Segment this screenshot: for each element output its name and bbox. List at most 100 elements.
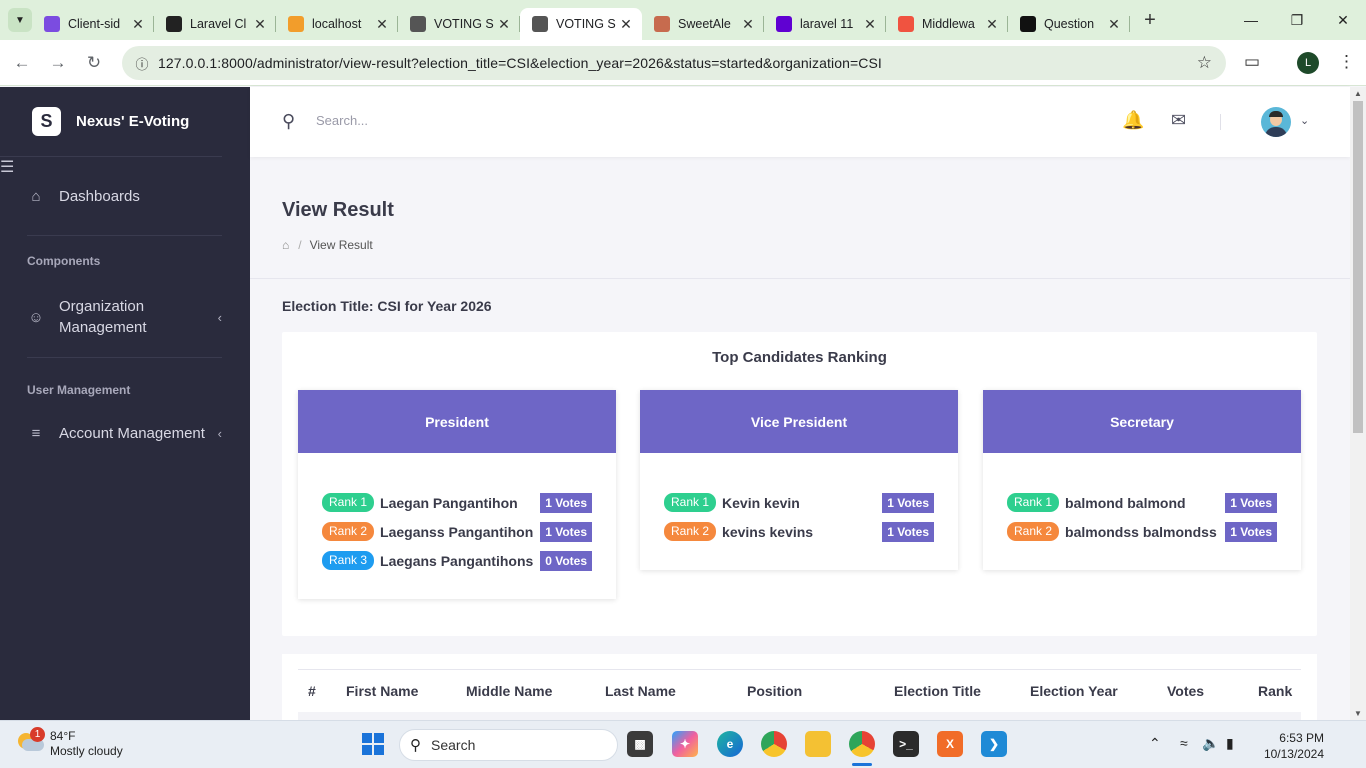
scroll-up-icon[interactable]: ▲ bbox=[1354, 89, 1362, 98]
tab-title: Question bbox=[1044, 17, 1095, 31]
browser-tab[interactable]: VOTING S ✕ bbox=[520, 8, 642, 40]
column-header[interactable]: Middle Name bbox=[466, 683, 552, 699]
windows-start-icon[interactable] bbox=[362, 733, 384, 755]
chrome-icon[interactable] bbox=[761, 731, 787, 757]
file-explorer-icon[interactable] bbox=[805, 731, 831, 757]
close-tab-icon[interactable]: ✕ bbox=[496, 16, 512, 33]
search-input[interactable] bbox=[316, 113, 616, 128]
candidate-name: balmondss balmondss bbox=[1065, 523, 1217, 540]
clock[interactable]: 6:53 PM 10/13/2024 bbox=[1256, 730, 1324, 762]
breadcrumb: ⌂ / View Result bbox=[282, 238, 373, 252]
column-header[interactable]: Votes bbox=[1167, 683, 1204, 699]
battery-icon[interactable]: ▮ bbox=[1226, 735, 1234, 752]
vote-count-badge: 1 Votes bbox=[1225, 521, 1277, 542]
browser-tab[interactable]: Laravel Cl ✕ bbox=[154, 8, 276, 40]
terminal-icon[interactable]: >_ bbox=[893, 731, 919, 757]
hamburger-menu-icon[interactable]: ☰ bbox=[0, 157, 250, 177]
column-header[interactable]: Position bbox=[747, 683, 802, 699]
taskbar-search[interactable]: ⚲ Search bbox=[399, 729, 618, 761]
volume-icon[interactable]: 🔈 bbox=[1202, 735, 1219, 752]
chrome-profile-icon[interactable] bbox=[849, 731, 875, 757]
browser-tab[interactable]: laravel 11 ✕ bbox=[764, 8, 886, 40]
chevron-down-icon[interactable]: ⌄ bbox=[1300, 114, 1309, 127]
sidebar-item-account[interactable]: ≡ Account Management ‹ bbox=[0, 425, 250, 442]
brand-logo-icon: S bbox=[32, 107, 61, 136]
tab-strip: Client-sid ✕ Laravel Cl ✕ localhost ✕ VOTING S… bbox=[32, 0, 1130, 40]
close-tab-icon[interactable]: ✕ bbox=[862, 16, 878, 33]
close-tab-icon[interactable]: ✕ bbox=[1106, 16, 1122, 33]
address-bar[interactable]: ⓘ 127.0.0.1:8000/administrator/view-resu… bbox=[122, 46, 1226, 80]
breadcrumb-separator: / bbox=[298, 238, 302, 252]
page-scrollbar[interactable]: ▲ ▼ bbox=[1350, 87, 1366, 720]
sidebar-item-organization[interactable]: ☺ Organization Management ‹ bbox=[0, 296, 250, 338]
edge-icon[interactable]: e bbox=[717, 731, 743, 757]
browser-tab[interactable]: Question ✕ bbox=[1008, 8, 1130, 40]
candidate-row: Rank 2 Laeganss Pangantihon 1 Votes bbox=[322, 517, 592, 546]
extensions-icon[interactable]: ▭ bbox=[1244, 52, 1260, 72]
vote-count-badge: 0 Votes bbox=[540, 550, 592, 571]
task-view-icon[interactable]: ▩ bbox=[627, 731, 653, 757]
tab-search-dropdown[interactable]: ▼ bbox=[8, 8, 32, 32]
candidate-name: Laegan Pangantihon bbox=[380, 494, 518, 511]
wifi-icon[interactable]: ≈ bbox=[1180, 735, 1188, 751]
candidate-row: Rank 1 balmond balmond 1 Votes bbox=[1007, 488, 1277, 517]
bookmark-star-icon[interactable]: ☆ bbox=[1197, 53, 1212, 73]
chevron-left-icon: ‹ bbox=[217, 309, 222, 325]
bell-icon[interactable]: 🔔 bbox=[1122, 110, 1144, 131]
position-card: President Rank 1 Laegan Pangantihon 1 Votes… bbox=[298, 390, 616, 599]
close-window-button[interactable]: ✕ bbox=[1320, 0, 1366, 40]
browser-tab[interactable]: localhost ✕ bbox=[276, 8, 398, 40]
scroll-down-icon[interactable]: ▼ bbox=[1354, 709, 1362, 718]
voting-icon bbox=[532, 16, 548, 32]
candidate-name: Laeganss Pangantihon bbox=[380, 523, 534, 540]
profile-avatar[interactable]: L bbox=[1297, 52, 1319, 74]
column-header[interactable]: First Name bbox=[346, 683, 418, 699]
tray-overflow-icon[interactable]: ⌃ bbox=[1149, 735, 1161, 752]
browser-tab[interactable]: Middlewa ✕ bbox=[886, 8, 1008, 40]
close-tab-icon[interactable]: ✕ bbox=[740, 16, 756, 33]
rank-badge: Rank 1 bbox=[1007, 493, 1060, 512]
page-title: View Result bbox=[282, 199, 394, 221]
brand[interactable]: S Nexus' E-Voting bbox=[0, 87, 222, 157]
scrollbar-thumb[interactable] bbox=[1353, 101, 1363, 433]
column-header[interactable]: Rank bbox=[1258, 683, 1292, 699]
forward-button[interactable]: → bbox=[40, 53, 76, 73]
vscode-icon[interactable]: ❯ bbox=[981, 731, 1007, 757]
column-header[interactable]: Election Title bbox=[894, 683, 981, 699]
browser-tab[interactable]: VOTING S ✕ bbox=[398, 8, 520, 40]
reload-button[interactable]: ↻ bbox=[76, 53, 112, 73]
back-button[interactable]: ← bbox=[4, 53, 40, 73]
minimize-button[interactable]: — bbox=[1228, 0, 1274, 40]
browser-tab[interactable]: SweetAle ✕ bbox=[642, 8, 764, 40]
column-header[interactable]: # bbox=[308, 683, 316, 699]
restore-button[interactable]: ❐ bbox=[1274, 0, 1320, 40]
position-name: Secretary bbox=[983, 390, 1301, 453]
user-avatar[interactable] bbox=[1261, 107, 1291, 137]
taskbar-search-label: Search bbox=[431, 737, 476, 753]
xampp-icon[interactable]: X bbox=[937, 731, 963, 757]
close-tab-icon[interactable]: ✕ bbox=[130, 16, 146, 33]
site-info-icon[interactable]: ⓘ bbox=[126, 54, 158, 73]
new-tab-button[interactable]: + bbox=[1136, 6, 1164, 34]
column-header[interactable]: Election Year bbox=[1030, 683, 1118, 699]
close-tab-icon[interactable]: ✕ bbox=[618, 16, 634, 33]
vote-count-badge: 1 Votes bbox=[882, 492, 934, 513]
sidebar-item-dashboards[interactable]: ⌂ Dashboards bbox=[0, 188, 250, 205]
browser-menu-icon[interactable]: ⋮ bbox=[1338, 52, 1355, 72]
close-tab-icon[interactable]: ✕ bbox=[252, 16, 268, 33]
weather-temp: 84°F bbox=[50, 729, 76, 743]
candidate-row: Rank 2 kevins kevins 1 Votes bbox=[664, 517, 934, 546]
url-text[interactable]: 127.0.0.1:8000/administrator/view-result… bbox=[158, 55, 882, 71]
search-icon: ⚲ bbox=[282, 111, 296, 131]
home-icon[interactable]: ⌂ bbox=[282, 238, 289, 252]
weather-icon: 1 bbox=[16, 727, 45, 755]
copilot-icon[interactable]: ✦ bbox=[672, 731, 698, 757]
close-tab-icon[interactable]: ✕ bbox=[984, 16, 1000, 33]
double-chevron-icon bbox=[44, 16, 60, 32]
window-controls: — ❐ ✕ bbox=[1228, 0, 1366, 40]
browser-tab[interactable]: Client-sid ✕ bbox=[32, 8, 154, 40]
mail-icon[interactable]: ✉ bbox=[1171, 110, 1186, 131]
weather-widget[interactable]: 1 84°F Mostly cloudy bbox=[16, 727, 123, 759]
column-header[interactable]: Last Name bbox=[605, 683, 676, 699]
close-tab-icon[interactable]: ✕ bbox=[374, 16, 390, 33]
